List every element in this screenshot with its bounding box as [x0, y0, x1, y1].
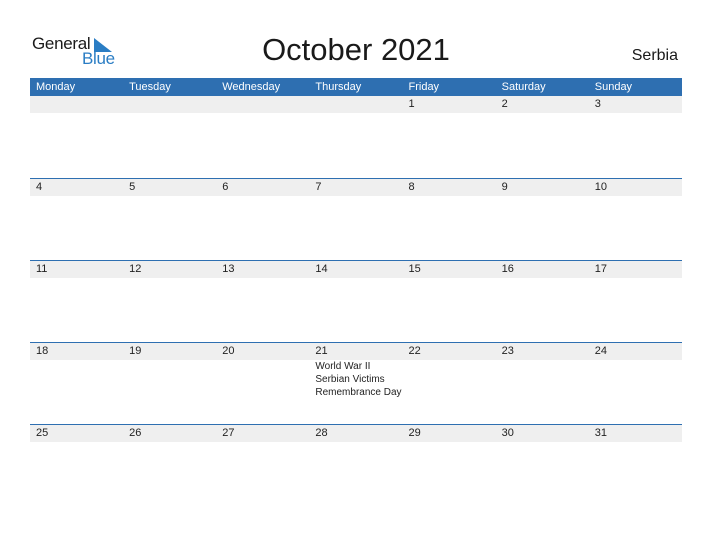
day-number: [216, 96, 309, 113]
day-event: World War II Serbian Victims Remembrance…: [315, 361, 402, 398]
day-number: [309, 96, 402, 113]
day-number: 8: [408, 181, 415, 193]
date-strip: 1 2 3: [30, 96, 682, 113]
day-number: 7: [315, 181, 322, 193]
day-number: 1: [408, 98, 415, 110]
day-number: 27: [222, 427, 235, 439]
day-number: 5: [129, 181, 136, 193]
date-strip: 25 26 27 28 29 30 31: [30, 425, 682, 442]
day-number: 14: [315, 263, 328, 275]
weekday-thursday: Thursday: [315, 81, 362, 93]
day-number: 10: [594, 181, 607, 193]
day-number: 31: [594, 427, 607, 439]
weekday-wednesday: Wednesday: [222, 81, 281, 93]
day-number: 16: [501, 263, 514, 275]
weekday-saturday: Saturday: [501, 81, 546, 93]
date-strip: 11 12 13 14 15 16 17: [30, 261, 682, 278]
week-row: 11 12 13 14 15 16 17: [30, 260, 682, 342]
weekday-sunday: Sunday: [594, 81, 633, 93]
week-row: 18 19 20 21 22 23 24 World War II Serbian Victi…: [30, 342, 682, 424]
calendar-title: October 2021: [262, 32, 450, 67]
day-number: 3: [594, 98, 601, 110]
day-number: 15: [408, 263, 421, 275]
calendar-grid: Monday Tuesday Wednesday Thursday Friday…: [30, 78, 682, 506]
day-event: [496, 360, 589, 399]
day-number: 29: [408, 427, 421, 439]
day-number: 21: [315, 345, 328, 357]
day-number: [123, 96, 216, 113]
day-number: 26: [129, 427, 142, 439]
week-row: 25 26 27 28 29 30 31: [30, 424, 682, 506]
day-number: 2: [501, 98, 508, 110]
day-number: 12: [129, 263, 142, 275]
day-number: 25: [36, 427, 49, 439]
day-number: 28: [315, 427, 328, 439]
day-event: [403, 360, 496, 399]
day-event: [123, 360, 216, 399]
day-number: 20: [222, 345, 235, 357]
date-strip: 18 19 20 21 22 23 24: [30, 343, 682, 360]
day-number: 23: [501, 345, 514, 357]
day-number: 18: [36, 345, 49, 357]
day-number: 30: [501, 427, 514, 439]
day-number: 13: [222, 263, 235, 275]
weekday-header: Monday Tuesday Wednesday Thursday Friday…: [30, 78, 682, 96]
week-row: 1 2 3: [30, 96, 682, 178]
country-label: Serbia: [631, 47, 678, 64]
day-number: 11: [36, 263, 48, 275]
day-number: 17: [594, 263, 607, 275]
day-number: 4: [36, 181, 43, 193]
day-number: 6: [222, 181, 229, 193]
day-number: 19: [129, 345, 142, 357]
day-number: 9: [501, 181, 508, 193]
day-event: [216, 360, 309, 399]
events-row: World War II Serbian Victims Remembrance…: [30, 360, 682, 399]
weekday-friday: Friday: [408, 81, 440, 93]
day-number: [30, 96, 123, 113]
day-number: 24: [594, 345, 607, 357]
day-event: [30, 360, 123, 399]
date-strip: 4 5 6 7 8 9 10: [30, 179, 682, 196]
weekday-monday: Monday: [36, 81, 76, 93]
day-number: 22: [408, 345, 421, 357]
week-row: 4 5 6 7 8 9 10: [30, 178, 682, 260]
weekday-tuesday: Tuesday: [129, 81, 171, 93]
day-event: [589, 360, 682, 399]
